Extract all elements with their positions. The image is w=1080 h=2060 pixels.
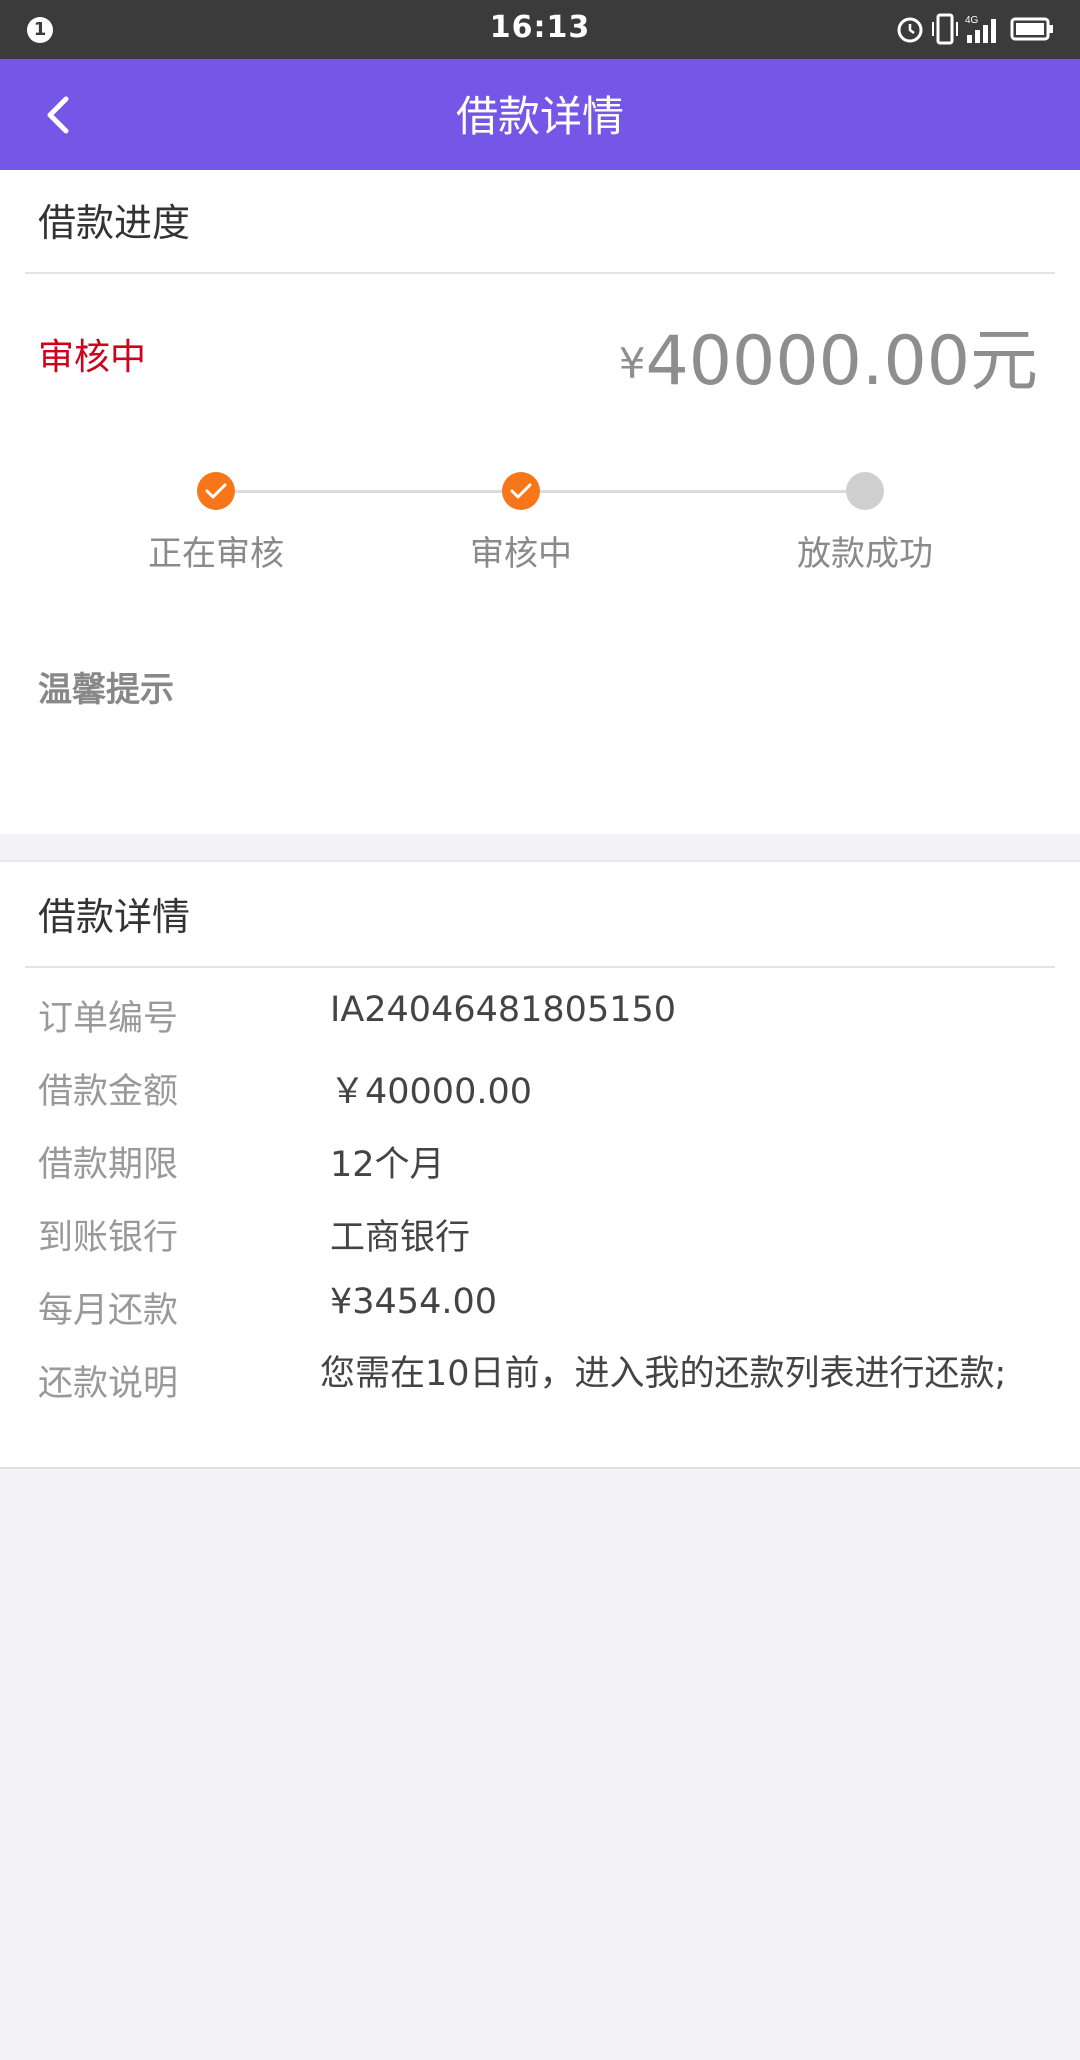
currency-symbol: ¥ [618, 339, 646, 388]
loan-term-label: 借款期限 [38, 1145, 179, 1185]
page-title: 借款详情 [455, 92, 624, 141]
alarm-icon [897, 17, 923, 43]
vibrate-icon [931, 13, 958, 45]
repayment-note-value: 您需在10日前，进入我的还款列表进行还款; [320, 1354, 1007, 1394]
order-number-label: 订单编号 [38, 999, 179, 1039]
step-1-done-icon [197, 472, 235, 510]
divider [25, 272, 1055, 274]
order-number-value: IA24046481805150 [330, 990, 677, 1030]
step-2-label: 审核中 [470, 534, 572, 574]
loan-term-value: 12个月 [330, 1145, 445, 1185]
monthly-payment-label: 每月还款 [38, 1291, 179, 1331]
app-bar: 借款详情 [0, 59, 1080, 170]
loan-status: 审核中 [38, 337, 147, 378]
detail-section-title: 借款详情 [38, 895, 191, 939]
signal-4g-icon: 4G [965, 15, 996, 43]
status-bar: 1 16:13 4G [0, 0, 1080, 59]
monthly-payment-value: ¥3454.00 [330, 1282, 498, 1322]
step-2-done-icon [502, 472, 540, 510]
progress-track [215, 490, 865, 493]
bank-value: 工商银行 [330, 1218, 471, 1258]
status-icons: 4G [895, 13, 1054, 47]
repayment-note-label: 还款说明 [38, 1364, 179, 1404]
step-3-pending-icon [846, 472, 884, 510]
step-3-label: 放款成功 [797, 534, 933, 574]
loan-amount-label: 借款金额 [38, 1072, 179, 1112]
loan-amount-detail-value: ￥40000.00 [330, 1072, 533, 1112]
battery-icon [1010, 17, 1053, 41]
progress-section-title: 借款进度 [38, 201, 191, 245]
loan-detail-card: 借款详情 订单编号 IA24046481805150 借款金额 ￥40000.0… [0, 860, 1080, 1469]
loan-progress-card: 借款进度 审核中 ¥40000.00元 正在审核 审核中 放款成功 温馨提示 [0, 170, 1080, 834]
tip-title: 温馨提示 [38, 670, 174, 710]
loan-amount: ¥40000.00元 [619, 305, 1038, 404]
network-label: 4G [965, 15, 979, 26]
step-1-label: 正在审核 [148, 534, 284, 574]
loan-amount-value: 40000.00元 [645, 322, 1038, 401]
bank-label: 到账银行 [38, 1218, 179, 1258]
divider [25, 966, 1055, 968]
